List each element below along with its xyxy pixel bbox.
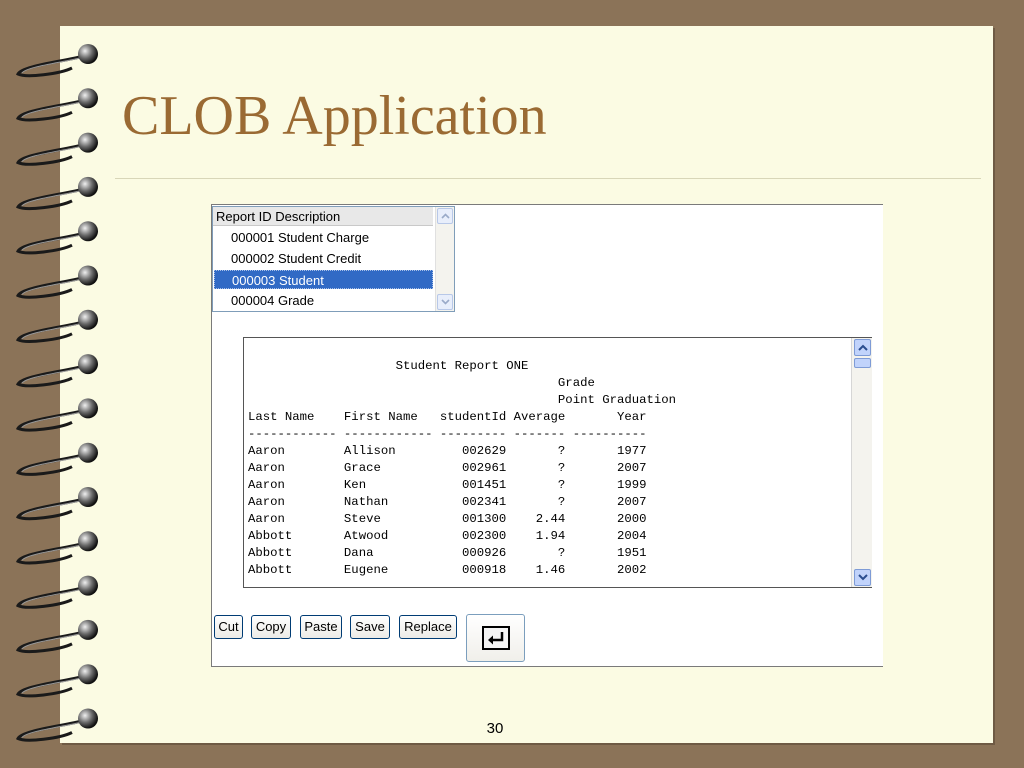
binding-coil-highlight (21, 190, 81, 207)
binding-ring-bead (78, 265, 98, 286)
scroll-down-button[interactable] (437, 294, 453, 310)
binding-coil-highlight (21, 722, 81, 738)
binding-ring-bead (78, 708, 98, 729)
report-content: Student Report ONE Grade Point Graduatio… (248, 358, 676, 579)
binding-ring-bead (78, 88, 98, 109)
report-line: Aaron Allison 002629 ? 1977 (248, 444, 647, 458)
binding-ring-bead (78, 309, 98, 330)
list-item[interactable]: 000004 Grade (214, 291, 433, 310)
chevron-down-icon (440, 299, 450, 305)
paste-button[interactable]: Paste (300, 615, 342, 639)
report-line: Aaron Nathan 002341 ? 2007 (248, 495, 647, 509)
binding-ring-bead (78, 176, 98, 197)
scroll-up-button[interactable] (854, 339, 871, 356)
chevron-up-icon (440, 213, 450, 219)
binding-coil-highlight (21, 544, 81, 561)
report-line: Aaron Ken 001451 ? 1999 (248, 478, 647, 492)
page-number: 30 (486, 720, 504, 737)
binding-coil-highlight (21, 57, 81, 74)
scroll-down-button[interactable] (854, 569, 871, 586)
listbox-scrollbar[interactable] (435, 207, 454, 311)
chevron-down-icon (857, 574, 868, 581)
binding-ring-bead (78, 132, 98, 153)
binding-coil-highlight (21, 323, 81, 340)
return-arrow-icon (481, 626, 510, 650)
title-divider (115, 178, 981, 179)
list-item-selected[interactable]: 000003 Student (214, 270, 433, 289)
binding-coil-highlight (21, 411, 81, 428)
scroll-up-button[interactable] (437, 208, 453, 224)
binding-ring-bead (78, 531, 98, 552)
report-line: Student Report ONE (395, 359, 529, 373)
binding-coil-highlight (21, 633, 81, 650)
chevron-up-icon (857, 344, 868, 351)
report-scrollbar[interactable] (851, 338, 872, 587)
copy-button[interactable]: Copy (251, 615, 291, 639)
binding-ring-bead (78, 619, 98, 640)
binding-coil-highlight (21, 500, 81, 517)
report-line: Aaron Grace 002961 ? 2007 (248, 461, 647, 475)
report-line: Point Graduation (557, 393, 677, 407)
binding-ring-bead (78, 398, 98, 419)
list-item[interactable]: 000002 Student Credit (214, 249, 433, 268)
binding-coil-highlight (21, 234, 81, 251)
report-line: Abbott Atwood 002300 1.94 2004 (248, 529, 647, 543)
list-item[interactable]: 000001 Student Charge (214, 228, 433, 247)
report-line: Aaron Steve 001300 2.44 2000 (248, 512, 647, 526)
slide-title: CLOB Application (122, 85, 547, 147)
report-line: Last Name First Name studentId Average Y… (248, 410, 647, 424)
binding-coil-highlight (21, 367, 81, 384)
binding-ring-bead (78, 575, 98, 596)
binding-coil-highlight (21, 677, 81, 694)
binding-coil-highlight (21, 146, 81, 162)
save-button[interactable]: Save (350, 615, 390, 639)
report-line: Abbott Dana 000926 ? 1951 (248, 546, 647, 560)
binding-ring-bead (78, 442, 98, 463)
spiral-binding (15, 44, 98, 742)
replace-button[interactable]: Replace (399, 615, 457, 639)
binding-ring-bead (78, 664, 98, 685)
report-listbox[interactable]: Report ID Description 000001 Student Cha… (212, 206, 455, 312)
report-line: ------------ ------------ --------- ----… (248, 427, 647, 441)
report-line: Abbott Eugene 000918 1.46 2002 (248, 563, 647, 577)
report-text-area[interactable]: Student Report ONE Grade Point Graduatio… (243, 337, 872, 588)
report-line: Grade (557, 376, 595, 390)
binding-ring-bead (78, 44, 98, 64)
binding-coil-highlight (21, 589, 81, 605)
return-button[interactable] (466, 614, 525, 662)
binding-coil-highlight (21, 279, 81, 295)
binding-ring-bead (78, 354, 98, 375)
scroll-thumb[interactable] (854, 358, 871, 368)
cut-button[interactable]: Cut (214, 615, 243, 639)
binding-ring-bead (78, 221, 98, 242)
list-header: Report ID Description (213, 207, 433, 226)
binding-coil-highlight (21, 456, 81, 473)
binding-coil-highlight (21, 101, 81, 118)
binding-ring-bead (78, 487, 98, 507)
